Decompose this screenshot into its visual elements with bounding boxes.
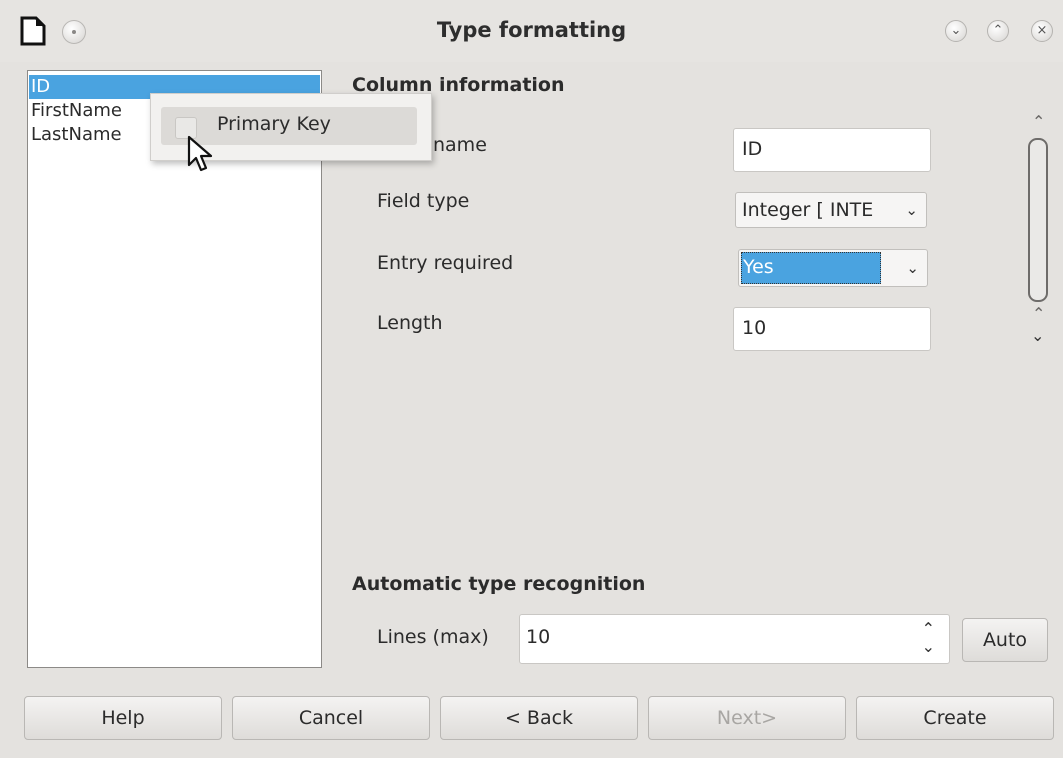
primary-key-label: Primary Key: [217, 113, 331, 135]
scroll-up-icon[interactable]: ⌃: [1032, 304, 1045, 323]
scroll-up-icon[interactable]: ⌃: [1032, 112, 1045, 131]
create-button[interactable]: Create: [856, 696, 1054, 740]
lines-max-value: 10: [526, 626, 551, 648]
lines-max-label: Lines (max): [377, 626, 489, 648]
length-label: Length: [377, 312, 443, 334]
scrollbar-thumb[interactable]: [1028, 138, 1048, 302]
field-name-input[interactable]: ID: [733, 128, 931, 172]
back-button[interactable]: < Back: [440, 696, 638, 740]
spin-up-icon[interactable]: ⌃: [922, 619, 935, 638]
lines-max-spinner[interactable]: 10 ⌃ ⌄: [519, 614, 950, 664]
chevron-down-icon: ⌄: [905, 201, 918, 219]
entry-required-label: Entry required: [377, 252, 514, 274]
mouse-cursor-icon: [187, 135, 213, 172]
field-type-label: Field type: [377, 190, 470, 212]
close-icon[interactable]: ×: [1031, 20, 1053, 42]
window-title: Type formatting: [436, 18, 627, 42]
field-type-select[interactable]: Integer [ INTE ⌄: [735, 192, 927, 228]
help-button[interactable]: Help: [24, 696, 222, 740]
chevron-down-icon: ⌄: [906, 259, 919, 277]
spin-down-icon[interactable]: ⌄: [922, 637, 935, 656]
length-input[interactable]: 10: [733, 307, 931, 351]
auto-button[interactable]: Auto: [962, 618, 1048, 662]
field-type-value: Integer [ INTE: [742, 199, 874, 221]
entry-required-select[interactable]: Yes ⌄: [738, 249, 928, 287]
auto-recognition-heading: Automatic type recognition: [352, 573, 646, 595]
cancel-button[interactable]: Cancel: [232, 696, 430, 740]
entry-required-value: Yes: [743, 256, 774, 278]
maximize-icon[interactable]: ⌃: [987, 20, 1009, 42]
field-name-label: name: [433, 134, 487, 156]
next-button[interactable]: Next>: [648, 696, 846, 740]
minimize-icon[interactable]: ⌄: [945, 20, 967, 42]
scroll-down-icon[interactable]: ⌄: [1031, 326, 1044, 345]
